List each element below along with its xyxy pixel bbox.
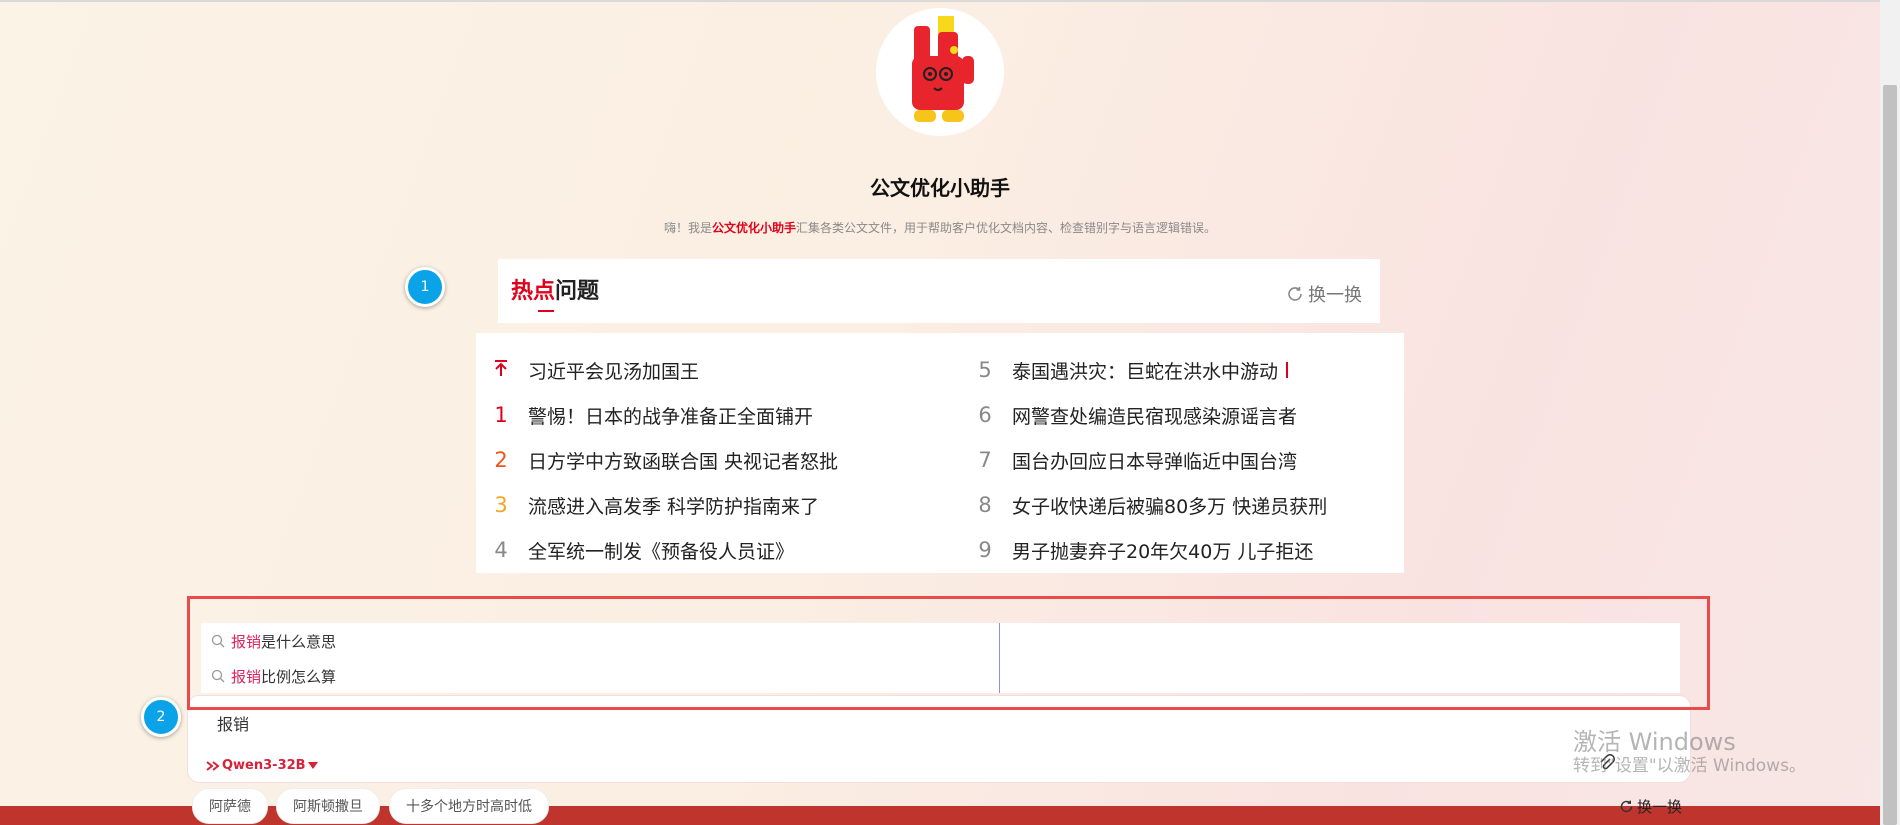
hot-item-text: 国台办回应日本导弹临近中国台湾: [1012, 450, 1298, 473]
hot-item-text: 女子收快递后被骗80多万 快递员获刑: [1012, 495, 1328, 518]
hot-topics-list: 习近平会见汤加国王 1 警惕！日本的战争准备正全面铺开 2 日方学中方致函联合国 央…: [476, 333, 1404, 573]
hot-item[interactable]: 4 全军统一制发《预备役人员证》: [486, 537, 794, 563]
hot-rank: 3: [494, 493, 508, 517]
page-title: 公文优化小助手: [870, 176, 1010, 200]
hot-rank: 5: [978, 358, 992, 382]
hot-item[interactable]: 8 女子收快递后被骗80多万 快递员获刑: [970, 492, 1327, 518]
hot-item[interactable]: 习近平会见汤加国王: [486, 357, 699, 383]
model-logo-icon: [206, 760, 220, 771]
hot-tag-mark: [1286, 362, 1289, 378]
hot-item[interactable]: 6 网警查处编造民宿现感染源谣言者: [970, 402, 1297, 428]
intro-suffix: 汇集各类公文文件，用于帮助客户优化文档内容、检查错别字与语言逻辑错误。: [796, 221, 1217, 235]
hot-item[interactable]: 9 男子抛妻弃子20年欠40万 儿子拒还: [970, 537, 1313, 563]
intro-text: 嗨！我是公文优化小助手汇集各类公文文件，用于帮助客户优化文档内容、检查错别字与语…: [0, 219, 1880, 236]
intro-prefix: 嗨！我是: [663, 221, 712, 235]
refresh-label: 换一换: [1308, 285, 1362, 306]
model-label: Qwen3-32B: [222, 758, 306, 773]
scrollbar-thumb[interactable]: [1883, 85, 1897, 825]
refresh-chips-label: 换一换: [1637, 798, 1683, 816]
pin-top-icon: [486, 358, 516, 382]
annotation-badge-1: 1: [405, 267, 445, 307]
hot-rank: 1: [494, 403, 508, 427]
hot-item-text: 习近平会见汤加国王: [528, 360, 700, 383]
quick-chip[interactable]: 阿斯顿撒旦: [276, 788, 380, 824]
hot-rank: 6: [978, 403, 992, 427]
caret-down-icon: [307, 761, 318, 769]
hot-item-text: 网警查处编造民宿现感染源谣言者: [1012, 405, 1298, 428]
hot-item-text: 警惕！日本的战争准备正全面铺开: [528, 405, 814, 428]
hot-title-rest: 问题: [555, 279, 600, 304]
annotation-badge-2: 2: [141, 697, 181, 737]
refresh-icon: [1620, 800, 1633, 813]
hot-item-text: 日方学中方致函联合国 央视记者怒批: [528, 450, 839, 473]
tab-underline: [538, 310, 554, 312]
hot-item-text: 男子抛妻弃子20年欠40万 儿子拒还: [1012, 540, 1314, 563]
annotation-highlight-box: [187, 596, 1710, 710]
hot-item[interactable]: 7 国台办回应日本导弹临近中国台湾: [970, 447, 1297, 473]
hot-item-text: 泰国遇洪灾：巨蛇在洪水中游动: [1012, 360, 1279, 383]
hot-rank: 7: [978, 448, 992, 472]
windows-activation-watermark: 激活 Windows 转到"设置"以激活 Windows。: [1573, 728, 1806, 776]
hot-title-red: 热点: [511, 279, 556, 304]
hot-item[interactable]: 1 警惕！日本的战争准备正全面铺开: [486, 402, 813, 428]
hot-rank: 4: [494, 538, 508, 562]
mascot-avatar: [876, 8, 1004, 136]
hot-item[interactable]: 2 日方学中方致函联合国 央视记者怒批: [486, 447, 838, 473]
refresh-chips-button[interactable]: 换一换: [1619, 796, 1682, 817]
hot-topics-header: 热点问题 换一换: [498, 259, 1380, 323]
hot-rank: 8: [978, 493, 992, 517]
hot-item[interactable]: 5 泰国遇洪灾：巨蛇在洪水中游动: [970, 357, 1289, 383]
quick-chip[interactable]: 阿萨德: [192, 788, 268, 824]
hot-topics-title: 热点问题: [511, 273, 599, 305]
watermark-line2: 转到"设置"以激活 Windows。: [1573, 756, 1806, 776]
refresh-icon: [1288, 287, 1302, 301]
model-selector[interactable]: Qwen3-32B: [206, 758, 318, 773]
hot-item-text: 流感进入高发季 科学防护指南来了: [528, 495, 820, 518]
watermark-line1: 激活 Windows: [1573, 728, 1736, 756]
hot-item[interactable]: 3 流感进入高发季 科学防护指南来了: [486, 492, 819, 518]
page-scrollbar[interactable]: [1880, 0, 1900, 825]
chat-input[interactable]: 报销: [217, 711, 249, 735]
window-top-edge: [0, 0, 1880, 2]
intro-highlight: 公文优化小助手: [711, 221, 796, 235]
quick-chip[interactable]: 十多个地方时高时低: [389, 788, 549, 824]
refresh-hot-button[interactable]: 换一换: [1286, 281, 1362, 307]
hot-rank: 2: [494, 448, 508, 472]
mascot-icon: [912, 16, 974, 122]
hot-item-text: 全军统一制发《预备役人员证》: [528, 540, 795, 563]
hot-rank: 9: [978, 538, 992, 562]
